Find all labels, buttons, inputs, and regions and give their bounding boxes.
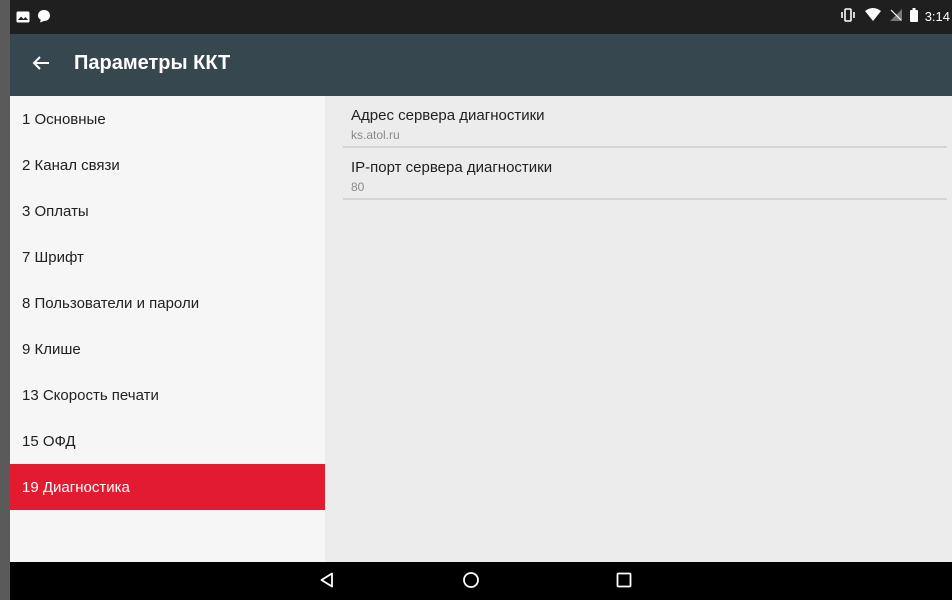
clock: 3:14 [924, 9, 950, 24]
setting-title: Адрес сервера диагностики [351, 107, 545, 124]
sidebar-item-users-passwords[interactable]: 8 Пользователи и пароли [10, 280, 325, 326]
setting-value: 80 [351, 180, 365, 194]
sidebar-item-print-speed[interactable]: 13 Скорость печати [10, 372, 325, 418]
sidebar-item-label: 7 Шрифт [22, 248, 84, 266]
settings-detail-panel: Адрес сервера диагностики ks.atol.ru IP-… [343, 96, 947, 200]
arrow-left-icon [32, 55, 50, 76]
sidebar-item-diagnostics[interactable]: 19 Диагностика [10, 464, 325, 510]
setting-diagnostics-server-port[interactable]: IP-порт сервера диагностики 80 [343, 148, 947, 200]
sidebar-item-label: 2 Канал связи [22, 156, 120, 174]
page-title: Параметры ККТ [74, 52, 231, 74]
setting-title: IP-порт сервера диагностики [351, 159, 553, 176]
sidebar-item-basic[interactable]: 1 Основные [10, 96, 325, 142]
sidebar-item-font[interactable]: 7 Шрифт [10, 234, 325, 280]
device-screen: 3:14 Параметры ККТ 1 Основные 2 Канал св… [10, 0, 952, 600]
sidebar-item-label: 3 Оплаты [22, 202, 89, 220]
recents-square-icon [616, 572, 632, 593]
wifi-icon [864, 8, 882, 25]
image-notification-icon [16, 10, 30, 28]
content-area: 1 Основные 2 Канал связи 3 Оплаты 7 Шриф… [10, 96, 952, 562]
no-signal-icon [889, 8, 903, 25]
setting-value: ks.atol.ru [351, 128, 400, 142]
battery-icon [909, 8, 918, 25]
vibrate-icon [839, 8, 857, 25]
back-triangle-icon [319, 572, 335, 593]
nav-home-button[interactable] [451, 568, 491, 596]
sidebar-item-label: 13 Скорость печати [22, 386, 159, 404]
status-bar-notifications [16, 9, 51, 28]
nav-recents-button[interactable] [604, 568, 644, 596]
setting-diagnostics-server-address[interactable]: Адрес сервера диагностики ks.atol.ru [343, 96, 947, 148]
status-bar: 3:14 [10, 0, 952, 34]
settings-sidebar: 1 Основные 2 Канал связи 3 Оплаты 7 Шриф… [10, 96, 325, 562]
back-button[interactable] [24, 49, 58, 81]
sidebar-item-cliche[interactable]: 9 Клише [10, 326, 325, 372]
sidebar-item-label: 8 Пользователи и пароли [22, 294, 200, 312]
message-notification-icon [37, 9, 51, 28]
home-circle-icon [462, 571, 480, 594]
sidebar-item-connection[interactable]: 2 Канал связи [10, 142, 325, 188]
sidebar-item-ofd[interactable]: 15 ОФД [10, 418, 325, 464]
app-bar: Параметры ККТ [10, 34, 952, 96]
sidebar-item-label: 19 Диагностика [22, 478, 130, 496]
status-bar-system: 3:14 [839, 8, 950, 25]
sidebar-item-payments[interactable]: 3 Оплаты [10, 188, 325, 234]
sidebar-item-label: 9 Клише [22, 340, 81, 358]
sidebar-item-label: 1 Основные [22, 110, 106, 128]
sidebar-item-label: 15 ОФД [22, 432, 76, 450]
nav-back-button[interactable] [307, 568, 347, 596]
navigation-bar [10, 562, 952, 600]
